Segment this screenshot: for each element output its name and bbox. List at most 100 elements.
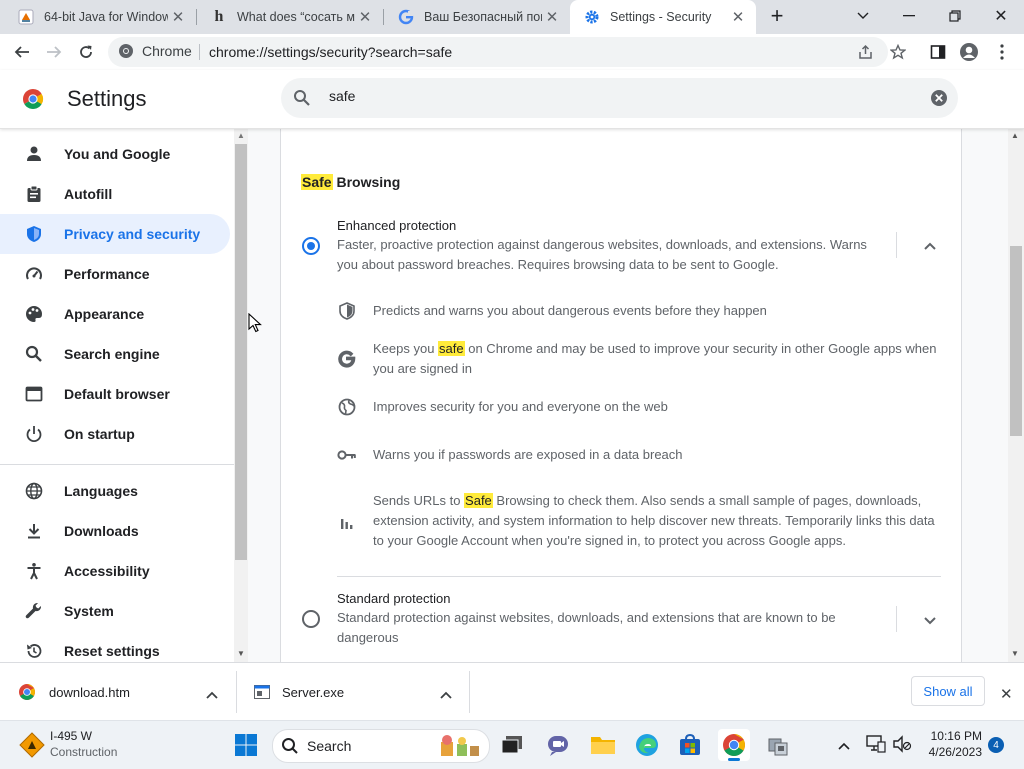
chevron-down-icon[interactable] xyxy=(923,613,937,631)
page-title: Settings xyxy=(67,86,147,111)
share-icon[interactable] xyxy=(852,38,880,66)
edge-browser-icon[interactable] xyxy=(631,729,663,761)
download-divider xyxy=(469,671,470,713)
close-window-icon[interactable]: ✕ xyxy=(978,0,1024,32)
settings-header: Settings xyxy=(0,70,1024,129)
sidebar-item-languages[interactable]: Languages xyxy=(0,471,230,511)
clear-search-icon[interactable] xyxy=(930,89,948,112)
download-item[interactable]: Server.exe xyxy=(254,663,466,721)
network-app-icon[interactable] xyxy=(762,729,794,761)
bookmark-star-icon[interactable] xyxy=(884,38,912,66)
tab-settings-security[interactable]: Settings - Security ✕ xyxy=(570,0,756,34)
sidebar-item-default-browser[interactable]: Default browser xyxy=(0,374,230,414)
file-explorer-icon[interactable] xyxy=(587,729,619,761)
sidebar-item-search-engine[interactable]: Search engine xyxy=(0,334,230,374)
settings-search-box[interactable] xyxy=(281,78,958,118)
taskbar-search[interactable]: Search xyxy=(272,729,490,763)
close-tab-icon[interactable]: ✕ xyxy=(168,7,188,27)
tab-strip: 64-bit Java for Windows ✕ h What does “с… xyxy=(0,0,1024,34)
sidebar-item-label: Reset settings xyxy=(64,643,160,659)
tab-search-icon[interactable] xyxy=(840,0,886,32)
sidebar-item-you-and-google[interactable]: You and Google xyxy=(0,134,230,174)
search-highlight: safe xyxy=(438,341,465,356)
scroll-down-arrow-icon[interactable]: ▼ xyxy=(237,649,245,658)
sidebar-item-label: Privacy and security xyxy=(64,226,201,242)
exe-icon xyxy=(254,685,270,699)
enhanced-protection-description: Faster, proactive protection against dan… xyxy=(337,237,867,272)
settings-search-input[interactable] xyxy=(327,87,891,105)
tab-google-safe-search[interactable]: Ваш Безопасный поиск ✕ xyxy=(384,0,570,34)
feature-text: Keeps you safe on Chrome and may be used… xyxy=(373,339,943,379)
task-view-icon[interactable] xyxy=(496,729,528,761)
chevron-up-icon[interactable] xyxy=(206,687,218,702)
chrome-logo-icon xyxy=(22,88,44,115)
sidebar-item-accessibility[interactable]: Accessibility xyxy=(0,551,230,591)
sidebar-item-on-startup[interactable]: On startup xyxy=(0,414,230,454)
expand-divider xyxy=(896,606,897,632)
tab-java[interactable]: 64-bit Java for Windows ✕ xyxy=(4,0,196,34)
sidebar-item-autofill[interactable]: Autofill xyxy=(0,174,230,214)
mouse-cursor-icon xyxy=(248,312,262,338)
sidebar-scrollbar-thumb[interactable] xyxy=(235,144,247,560)
enhanced-protection-radio[interactable] xyxy=(302,237,320,255)
address-bar[interactable]: Chrome chrome://settings/security?search… xyxy=(108,37,888,67)
feature-text-part: Keeps you xyxy=(373,341,439,356)
standard-protection-radio[interactable] xyxy=(302,610,320,628)
sidebar-item-label: Search engine xyxy=(64,346,160,362)
main-scrollbar-thumb[interactable] xyxy=(1010,246,1022,436)
close-tab-icon[interactable]: ✕ xyxy=(728,7,748,27)
chrome-icon xyxy=(118,43,134,59)
sidebar-item-label: Accessibility xyxy=(64,563,150,579)
side-panel-icon[interactable] xyxy=(924,38,952,66)
sidebar-item-label: Languages xyxy=(64,483,138,499)
scroll-up-arrow-icon[interactable]: ▲ xyxy=(1011,131,1019,140)
show-hidden-icons-chevron-icon[interactable] xyxy=(838,737,850,755)
reload-icon[interactable] xyxy=(72,38,100,66)
feature-text-part: Warns you if passwords are exposed in a … xyxy=(373,447,683,462)
notification-badge[interactable]: 4 xyxy=(988,737,1004,753)
close-tab-icon[interactable]: ✕ xyxy=(355,7,375,27)
close-download-bar-icon[interactable]: ✕ xyxy=(1000,685,1013,703)
url-text[interactable]: chrome://settings/security?search=safe xyxy=(209,44,452,60)
active-app-indicator xyxy=(728,758,740,761)
search-highlight: Safe xyxy=(464,493,493,508)
scroll-down-arrow-icon[interactable]: ▼ xyxy=(1011,649,1019,658)
sidebar-item-reset-settings[interactable]: Reset settings xyxy=(0,631,230,662)
minimize-icon[interactable] xyxy=(886,0,932,32)
teams-chat-icon[interactable] xyxy=(542,729,574,761)
tab-title: Settings - Security xyxy=(610,10,712,24)
forward-icon[interactable] xyxy=(40,38,68,66)
settings-gear-icon xyxy=(584,9,600,25)
volume-muted-icon[interactable] xyxy=(892,735,912,758)
tab-hinative[interactable]: h What does “сосать мо… ✕ xyxy=(197,0,383,34)
windows-start-icon[interactable] xyxy=(230,729,262,761)
sidebar-item-privacy-and-security[interactable]: Privacy and security xyxy=(0,214,230,254)
profile-avatar-icon[interactable] xyxy=(955,38,983,66)
chrome-taskbar-icon[interactable] xyxy=(718,729,750,761)
sidebar-item-label: Default browser xyxy=(64,386,170,402)
new-tab-button[interactable]: + xyxy=(763,0,791,32)
microsoft-store-icon[interactable] xyxy=(674,729,706,761)
back-icon[interactable] xyxy=(8,38,36,66)
chevron-up-icon[interactable] xyxy=(923,238,937,256)
sidebar-item-performance[interactable]: Performance xyxy=(0,254,230,294)
close-tab-icon[interactable]: ✕ xyxy=(542,7,562,27)
download-item[interactable]: download.htm xyxy=(18,663,232,721)
chevron-up-icon[interactable] xyxy=(440,687,452,702)
weather-widget[interactable]: I-495 W Construction xyxy=(16,729,196,761)
scroll-up-arrow-icon[interactable]: ▲ xyxy=(237,131,245,140)
chrome-menu-icon[interactable] xyxy=(988,38,1016,66)
search-highlight: Safe xyxy=(301,174,333,190)
restore-icon[interactable] xyxy=(932,0,978,32)
sidebar-item-downloads[interactable]: Downloads xyxy=(0,511,230,551)
display-network-icon[interactable] xyxy=(866,735,886,758)
taskbar-time[interactable]: 10:16 PM xyxy=(930,729,982,743)
sidebar-item-system[interactable]: System xyxy=(0,591,230,631)
chrome-icon xyxy=(18,683,36,701)
windows-taskbar: I-495 W Construction Search 10:16 PM 4/2… xyxy=(0,720,1024,769)
show-all-downloads-button[interactable]: Show all xyxy=(911,676,985,706)
taskbar-date[interactable]: 4/26/2023 xyxy=(926,745,982,759)
settings-main: Safe Browsing Enhanced protection Faster… xyxy=(248,128,1008,662)
site-chip[interactable]: Chrome xyxy=(118,43,192,59)
sidebar-item-appearance[interactable]: Appearance xyxy=(0,294,230,334)
